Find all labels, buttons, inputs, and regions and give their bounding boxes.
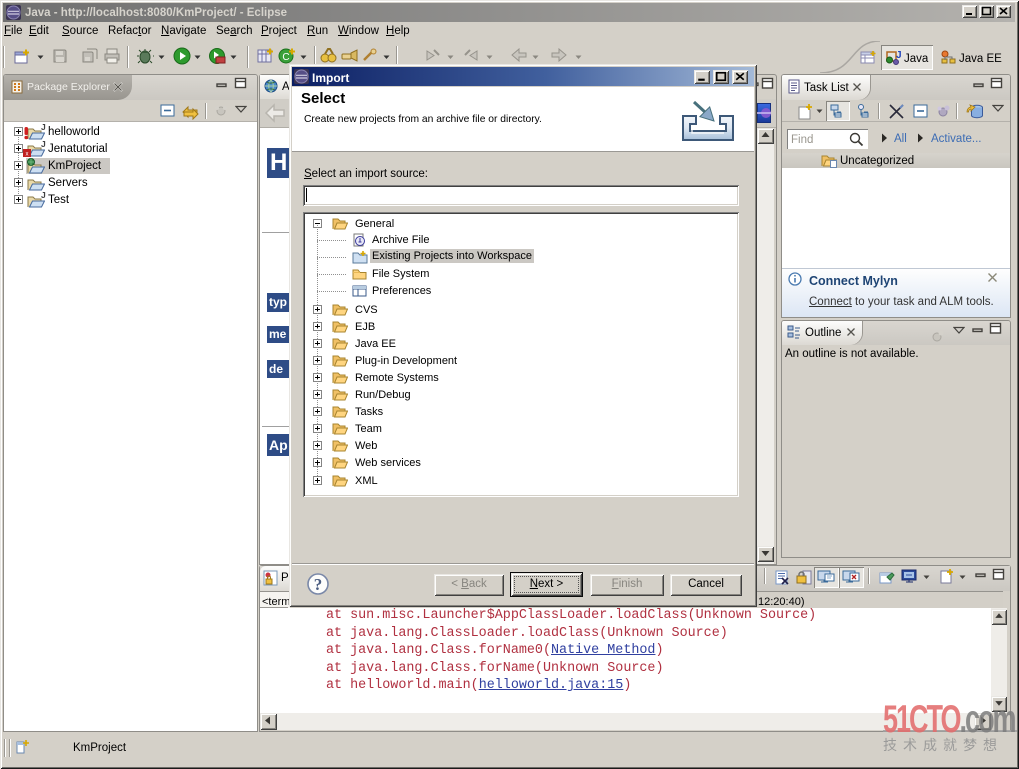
- svg-text:?: ?: [314, 575, 323, 594]
- svg-text:C: C: [282, 52, 289, 63]
- svg-text:x: x: [26, 152, 29, 158]
- svg-text:J: J: [896, 50, 902, 61]
